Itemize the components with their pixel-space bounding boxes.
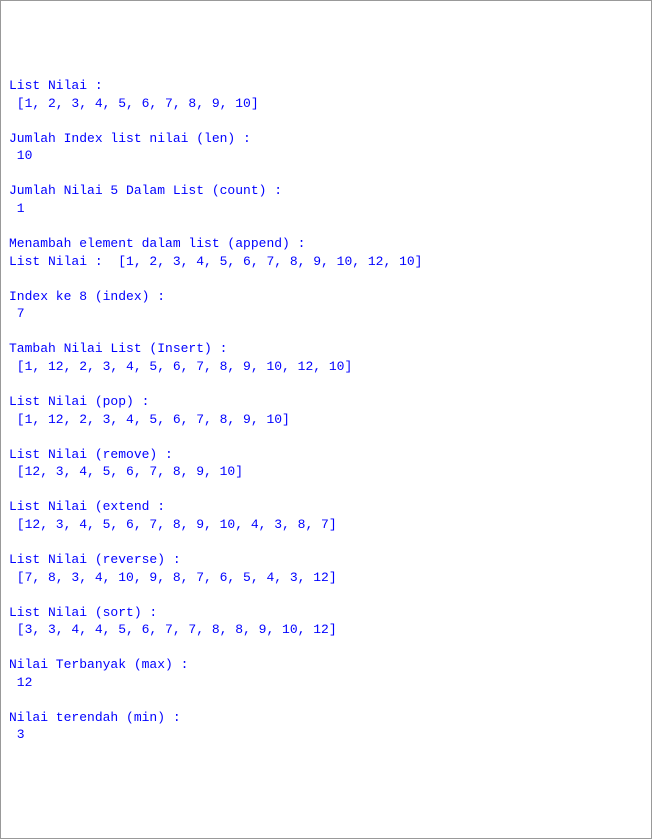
output-line: [3, 3, 4, 4, 5, 6, 7, 7, 8, 8, 9, 10, 12…: [9, 622, 337, 637]
output-line: 7: [9, 306, 25, 321]
output-line: 10: [9, 148, 32, 163]
output-line: 1: [9, 201, 25, 216]
output-line: List Nilai (sort) :: [9, 605, 157, 620]
output-line: List Nilai (pop) :: [9, 394, 149, 409]
output-line: List Nilai : [1, 2, 3, 4, 5, 6, 7, 8, 9,…: [9, 254, 422, 269]
output-line: 12: [9, 675, 32, 690]
output-line: [7, 8, 3, 4, 10, 9, 8, 7, 6, 5, 4, 3, 12…: [9, 570, 337, 585]
output-line: 3: [9, 727, 25, 742]
output-line: Index ke 8 (index) :: [9, 289, 165, 304]
output-line: [1, 2, 3, 4, 5, 6, 7, 8, 9, 10]: [9, 96, 259, 111]
output-line: List Nilai (extend :: [9, 499, 165, 514]
output-line: [1, 12, 2, 3, 4, 5, 6, 7, 8, 9, 10, 12, …: [9, 359, 352, 374]
output-line: Tambah Nilai List (Insert) :: [9, 341, 227, 356]
output-line: List Nilai :: [9, 78, 103, 93]
output-line: Nilai Terbanyak (max) :: [9, 657, 188, 672]
output-line: [12, 3, 4, 5, 6, 7, 8, 9, 10, 4, 3, 8, 7…: [9, 517, 337, 532]
output-line: List Nilai (reverse) :: [9, 552, 181, 567]
output-line: Nilai terendah (min) :: [9, 710, 181, 725]
console-output: List Nilai : [1, 2, 3, 4, 5, 6, 7, 8, 9,…: [9, 77, 643, 744]
output-line: [1, 12, 2, 3, 4, 5, 6, 7, 8, 9, 10]: [9, 412, 290, 427]
output-line: Jumlah Nilai 5 Dalam List (count) :: [9, 183, 282, 198]
output-line: Jumlah Index list nilai (len) :: [9, 131, 251, 146]
output-line: List Nilai (remove) :: [9, 447, 173, 462]
output-line: [12, 3, 4, 5, 6, 7, 8, 9, 10]: [9, 464, 243, 479]
output-line: Menambah element dalam list (append) :: [9, 236, 305, 251]
